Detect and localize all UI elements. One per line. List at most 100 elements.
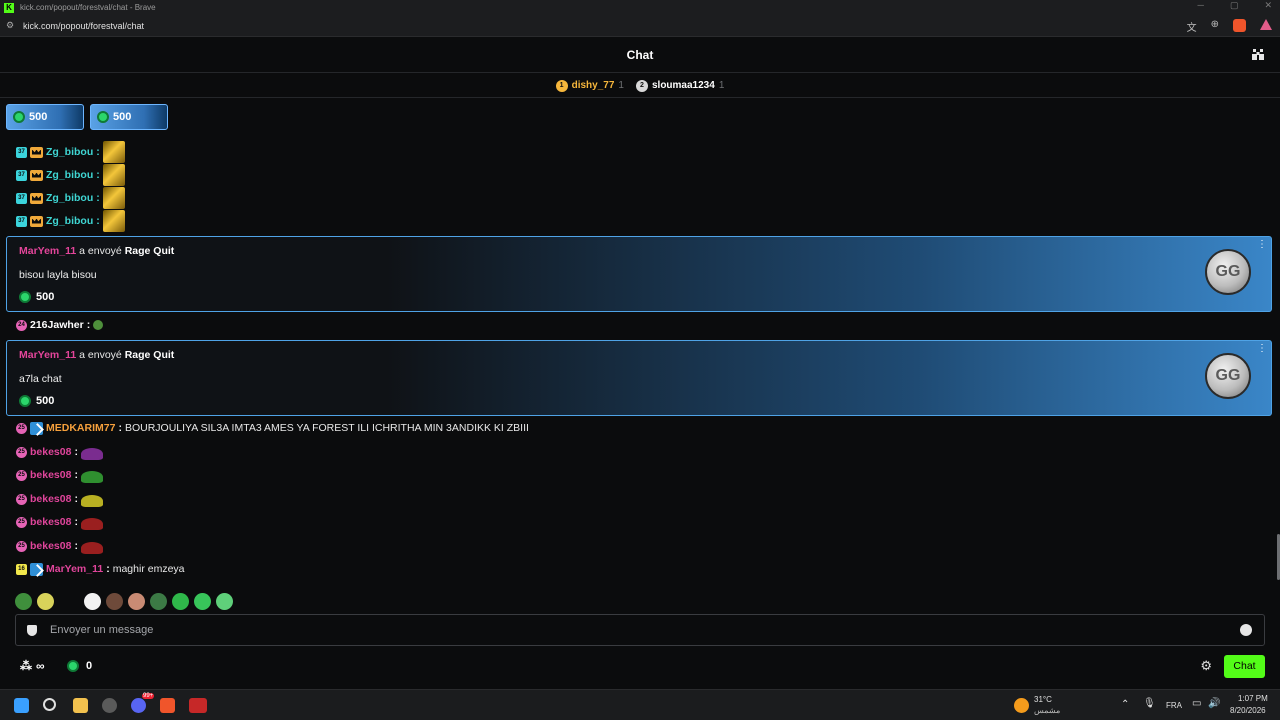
- kick-gift-card[interactable]: MarYem_11 a envoyé Rage Quit a7la chat 5…: [6, 340, 1272, 416]
- emote[interactable]: [80, 518, 103, 530]
- site-settings-icon[interactable]: ⚙: [6, 20, 16, 31]
- emote[interactable]: [106, 593, 123, 610]
- emote[interactable]: [102, 141, 125, 163]
- gear-icon[interactable]: ⚙: [1200, 658, 1212, 674]
- language-indicator[interactable]: FRA: [1166, 701, 1182, 710]
- emote[interactable]: [150, 593, 167, 610]
- channel-points[interactable]: ⁂ ∞: [20, 659, 45, 673]
- kicks-balance[interactable]: 0: [67, 660, 92, 672]
- microphone-icon[interactable]: 🎙: [1143, 698, 1156, 709]
- username[interactable]: bekes08: [30, 469, 71, 481]
- username[interactable]: MEDKARIM77: [46, 422, 115, 434]
- chat-message[interactable]: 25 MEDKARIM77: BOURJOULIYA SIL3A IMTA3 A…: [16, 420, 529, 436]
- username[interactable]: MarYem_11: [46, 563, 103, 575]
- username[interactable]: 216Jawher: [30, 319, 84, 331]
- username-separator: :: [96, 215, 100, 227]
- leaderboard-user: dishy_77: [571, 80, 615, 91]
- emote[interactable]: [172, 593, 189, 610]
- emote[interactable]: [80, 542, 103, 554]
- window-controls: ─ ▢ ✕: [1198, 0, 1272, 11]
- zoom-icon[interactable]: ⊕: [1211, 19, 1219, 34]
- address-bar[interactable]: ⚙ kick.com/popout/forestval/chat 文 ⊕: [0, 15, 1280, 37]
- username[interactable]: bekes08: [30, 493, 71, 505]
- maximize-icon[interactable]: ▢: [1230, 0, 1239, 11]
- kick-pill[interactable]: 500: [90, 104, 168, 130]
- minimize-icon[interactable]: ─: [1198, 0, 1204, 11]
- subscriber-badge: 37: [16, 146, 27, 158]
- windows-start-icon[interactable]: [14, 698, 29, 713]
- username[interactable]: Zg_bibou: [46, 192, 93, 204]
- url-text[interactable]: kick.com/popout/forestval/chat: [23, 21, 144, 31]
- chat-message[interactable]: 37 Zg_bibou:: [16, 141, 125, 163]
- username[interactable]: bekes08: [30, 540, 71, 552]
- emote[interactable]: [37, 593, 54, 610]
- leaderboard-item[interactable]: 1 dishy_77 1: [555, 79, 624, 92]
- rank-badge: 1: [555, 79, 568, 92]
- close-icon[interactable]: ✕: [1264, 0, 1272, 11]
- leaderboard-item[interactable]: 2 sloumaa1234 1: [635, 79, 724, 92]
- username[interactable]: Zg_bibou: [46, 169, 93, 181]
- chat-message[interactable]: 24 216Jawher:: [16, 317, 104, 333]
- app-icon[interactable]: [189, 698, 207, 713]
- gift-amount-row: 500: [19, 291, 54, 303]
- emoji-icon[interactable]: [1240, 624, 1252, 636]
- users-icon[interactable]: [1252, 49, 1264, 60]
- send-chat-button[interactable]: Chat: [1224, 654, 1265, 678]
- subscriber-badge: 25: [16, 516, 27, 528]
- clock-date[interactable]: 8/20/2026: [1230, 706, 1266, 715]
- gift-header: MarYem_11 a envoyé Rage Quit: [19, 245, 174, 257]
- gift-verb: a envoyé: [79, 349, 122, 361]
- chat-message[interactable]: 25 bekes08:: [16, 444, 103, 460]
- message-input[interactable]: [50, 624, 1240, 636]
- volume-icon[interactable]: 🔊: [1208, 698, 1220, 709]
- username[interactable]: Zg_bibou: [46, 146, 93, 158]
- chat-message[interactable]: 37 Zg_bibou:: [16, 210, 125, 232]
- file-explorer-icon[interactable]: [73, 698, 88, 713]
- subscriber-badge: 37: [16, 215, 27, 227]
- chat-input-box[interactable]: [15, 614, 1265, 646]
- chat-message[interactable]: 37 Zg_bibou:: [16, 187, 125, 209]
- chat-message[interactable]: 25 bekes08:: [16, 467, 103, 483]
- chevron-up-icon[interactable]: ⌃: [1121, 699, 1129, 710]
- emote[interactable]: [216, 593, 233, 610]
- shield-icon[interactable]: [27, 624, 37, 636]
- emote[interactable]: [15, 593, 32, 610]
- emote[interactable]: [93, 320, 104, 330]
- kick-gift-card[interactable]: MarYem_11 a envoyé Rage Quit bisou layla…: [6, 236, 1272, 312]
- discord-icon[interactable]: [131, 698, 146, 713]
- brave-shields-icon[interactable]: [1233, 19, 1246, 32]
- translate-icon[interactable]: 文: [1187, 19, 1197, 34]
- gift-sender[interactable]: MarYem_11: [19, 245, 76, 257]
- weather-icon[interactable]: [1014, 698, 1029, 713]
- vip-badge-icon: [30, 562, 43, 576]
- chat-message[interactable]: 25 bekes08:: [16, 514, 103, 530]
- app-icon[interactable]: [102, 698, 117, 713]
- brave-rewards-icon[interactable]: [1260, 19, 1272, 30]
- emote[interactable]: [194, 593, 211, 610]
- username[interactable]: bekes08: [30, 446, 71, 458]
- username-separator: :: [74, 469, 78, 481]
- more-options-icon[interactable]: ⋮: [1257, 344, 1267, 354]
- emote[interactable]: [80, 448, 103, 460]
- emote[interactable]: [102, 187, 125, 209]
- emote[interactable]: [80, 495, 103, 507]
- chat-message[interactable]: 25 bekes08:: [16, 538, 103, 554]
- brave-browser-icon[interactable]: [160, 698, 175, 713]
- clock-time[interactable]: 1:07 PM: [1238, 694, 1268, 703]
- emote[interactable]: [84, 593, 101, 610]
- gift-message: a7la chat: [19, 373, 62, 385]
- chat-message[interactable]: 25 bekes08:: [16, 491, 103, 507]
- username[interactable]: bekes08: [30, 516, 71, 528]
- more-options-icon[interactable]: ⋮: [1257, 240, 1267, 250]
- gift-sender[interactable]: MarYem_11: [19, 349, 76, 361]
- username[interactable]: Zg_bibou: [46, 215, 93, 227]
- network-icon[interactable]: ▭: [1192, 698, 1201, 709]
- kick-pill[interactable]: 500: [6, 104, 84, 130]
- emote[interactable]: [102, 210, 125, 232]
- emote[interactable]: [128, 593, 145, 610]
- emote[interactable]: [102, 164, 125, 186]
- chat-message[interactable]: 37 Zg_bibou:: [16, 164, 125, 186]
- search-icon[interactable]: [43, 698, 56, 711]
- emote[interactable]: [80, 471, 103, 483]
- chat-message[interactable]: 16 MarYem_11: maghir emzeya: [16, 561, 185, 577]
